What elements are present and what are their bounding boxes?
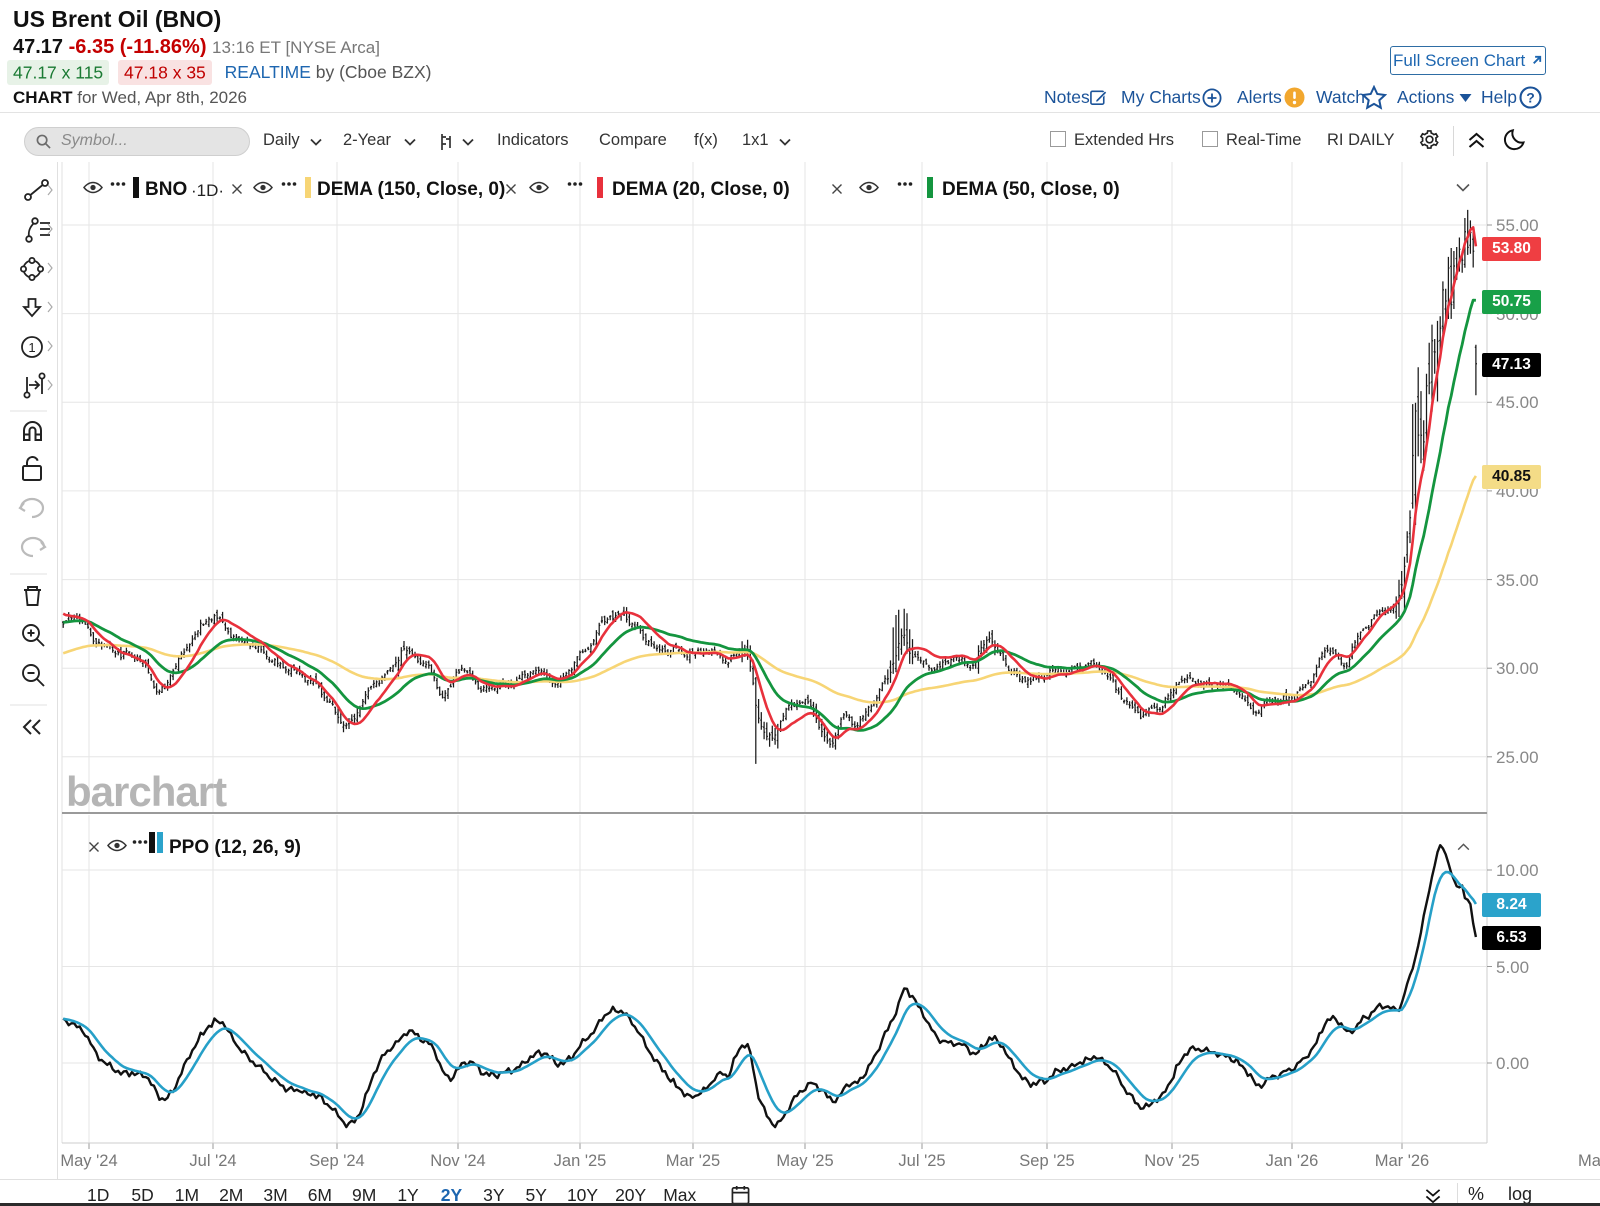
svg-text:barchart: barchart: [66, 768, 227, 815]
